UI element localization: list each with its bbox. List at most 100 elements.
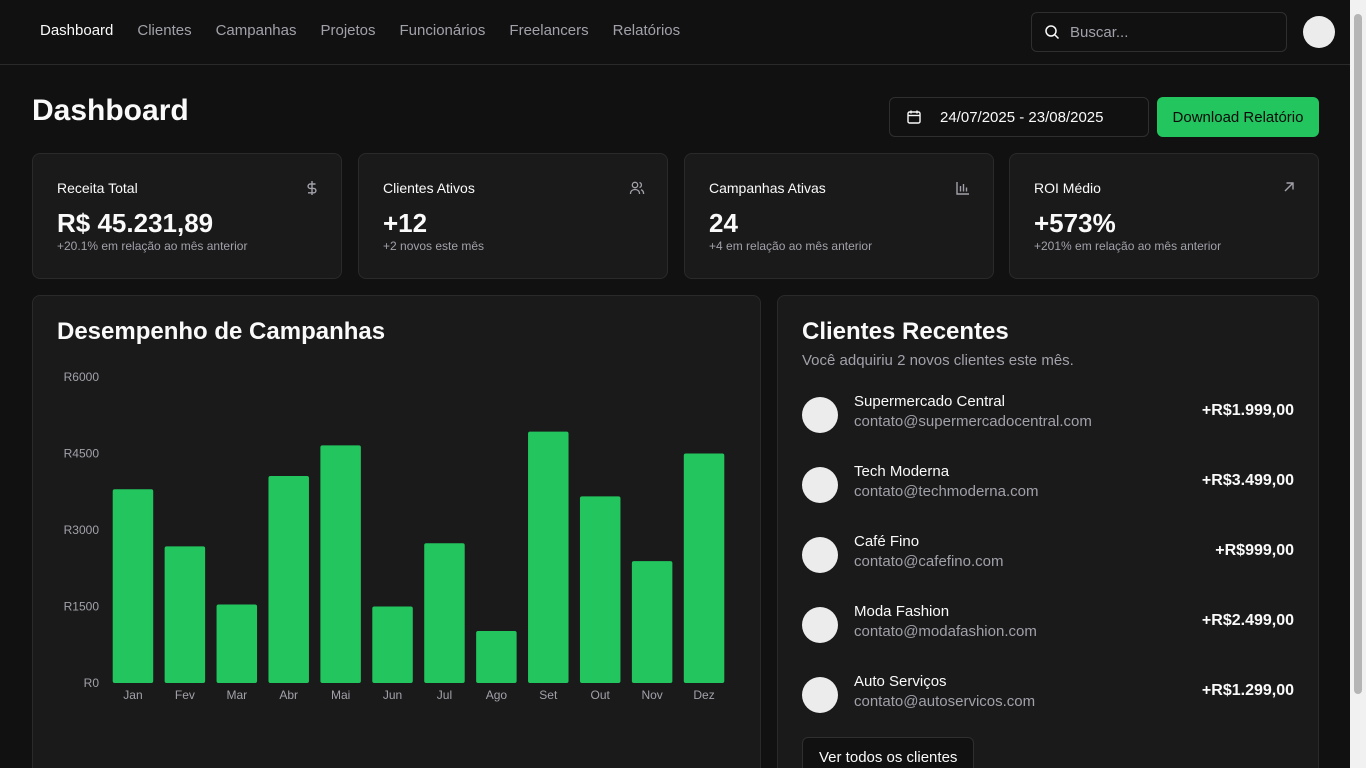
x-tick-label: Out [591, 688, 611, 702]
stat-value: R$ 45.231,89 [57, 208, 214, 238]
x-tick-label: Dez [693, 688, 714, 702]
client-email: contato@autoservicos.com [854, 693, 1036, 710]
x-tick-label: Mar [226, 688, 247, 702]
x-tick-label: Jun [383, 688, 402, 702]
nav-item-dashboard[interactable]: Dashboard [40, 22, 113, 39]
calendar-icon [907, 110, 921, 124]
nav-item-campanhas[interactable]: Campanhas [216, 22, 297, 39]
search-icon [1045, 25, 1060, 40]
stat-value: +12 [383, 208, 428, 238]
client-amount: +R$1.299,00 [1201, 682, 1294, 699]
bar-mar[interactable] [216, 604, 258, 683]
dollar-icon [307, 181, 317, 195]
x-tick-label: Jan [123, 688, 142, 702]
client-name: Tech Moderna [854, 463, 950, 480]
x-tick-label: Abr [279, 688, 298, 702]
client-email: contato@modafashion.com [854, 623, 1037, 640]
search-box[interactable] [1031, 12, 1287, 52]
client-avatar [802, 607, 838, 643]
page-scrollbar[interactable] [1350, 0, 1366, 768]
view-all-clients-button[interactable]: Ver todos os clientes [802, 737, 975, 768]
bar-jul[interactable] [424, 543, 465, 683]
client-row[interactable]: Supermercado Central contato@supermercad… [802, 393, 1294, 439]
bar-set[interactable] [528, 431, 569, 683]
client-name: Café Fino [854, 533, 920, 550]
arrow-up-right-icon [1284, 182, 1294, 192]
stat-card-active-clients: Clientes Ativos +12 +2 novos este mês [358, 153, 668, 279]
download-report-button[interactable]: Download Relatório [1157, 97, 1319, 137]
client-row[interactable]: Café Fino contato@cafefino.com +R$999,00 [802, 533, 1294, 579]
stat-title: Campanhas Ativas [709, 180, 826, 196]
date-range-text: 24/07/2025 - 23/08/2025 [940, 108, 1104, 126]
main-nav: Dashboard Clientes Campanhas Projetos Fu… [40, 22, 680, 39]
client-avatar [802, 677, 838, 713]
bar-jun[interactable] [372, 606, 413, 684]
client-name: Moda Fashion [854, 603, 950, 620]
client-email: contato@supermercadocentral.com [854, 413, 1092, 430]
y-tick-label: R6000 [64, 370, 100, 384]
y-tick-label: R1500 [64, 600, 100, 614]
client-row[interactable]: Auto Serviços contato@autoservicos.com +… [802, 673, 1294, 719]
bar-out[interactable] [579, 496, 621, 683]
user-avatar[interactable] [1303, 16, 1335, 48]
y-tick-label: R0 [84, 676, 100, 690]
client-row[interactable]: Moda Fashion contato@modafashion.com +R$… [802, 603, 1294, 649]
client-row[interactable]: Tech Moderna contato@techmoderna.com +R$… [802, 463, 1294, 509]
bar-nov[interactable] [631, 561, 673, 683]
client-name: Supermercado Central [854, 393, 1005, 410]
scrollbar-thumb[interactable] [1354, 14, 1362, 694]
users-icon [629, 181, 645, 195]
campaign-bar-chart: R0 R1500 R3000 R4500 R6000 Jan Fev Mar Abr Mai Jun… [64, 370, 725, 702]
client-name: Auto Serviços [854, 673, 947, 690]
stat-subtext: +20.1% em relação ao mês anterior [57, 239, 248, 253]
nav-item-projetos[interactable]: Projetos [320, 22, 375, 39]
x-tick-label: Set [539, 688, 558, 702]
bar-abr[interactable] [268, 475, 309, 683]
nav-item-relatorios[interactable]: Relatórios [613, 22, 681, 39]
x-tick-label: Nov [641, 688, 662, 702]
client-avatar [802, 537, 838, 573]
client-amount: +R$2.499,00 [1201, 612, 1294, 629]
date-range-picker[interactable]: 24/07/2025 - 23/08/2025 [889, 97, 1149, 137]
stat-card-active-campaigns: Campanhas Ativas 24 +4 em relação ao mês… [684, 153, 994, 279]
recent-clients-card: Clientes Recentes Você adquiriu 2 novos … [777, 295, 1319, 768]
client-avatar [802, 467, 838, 503]
y-tick-label: R4500 [64, 447, 100, 461]
stat-subtext: +2 novos este mês [383, 239, 485, 253]
stat-title: ROI Médio [1034, 180, 1101, 196]
bar-fev[interactable] [164, 546, 206, 683]
search-input[interactable] [1070, 23, 1270, 41]
stat-title: Clientes Ativos [383, 180, 475, 196]
stat-card-revenue: Receita Total R$ 45.231,89 +20.1% em rel… [32, 153, 342, 279]
top-navbar: Dashboard Clientes Campanhas Projetos Fu… [0, 0, 1350, 65]
x-tick-label: Ago [486, 688, 508, 702]
stat-value: 24 [709, 208, 738, 238]
client-email: contato@cafefino.com [854, 553, 1004, 570]
nav-item-funcionarios[interactable]: Funcionários [400, 22, 486, 39]
stat-subtext: +4 em relação ao mês anterior [709, 239, 873, 253]
nav-item-clientes[interactable]: Clientes [137, 22, 191, 39]
client-amount: +R$999,00 [1215, 542, 1294, 559]
clients-subtitle: Você adquiriu 2 novos clientes este mês. [802, 352, 1074, 369]
bar-mai[interactable] [320, 445, 361, 683]
client-email: contato@techmoderna.com [854, 483, 1039, 500]
client-avatar [802, 397, 838, 433]
stat-subtext: +201% em relação ao mês anterior [1034, 239, 1222, 253]
page-title: Dashboard [32, 94, 189, 127]
stat-value: +573% [1034, 208, 1116, 238]
bar-jan[interactable] [112, 489, 154, 683]
bar-ago[interactable] [476, 630, 517, 683]
stat-title: Receita Total [57, 180, 138, 196]
y-tick-label: R3000 [64, 523, 100, 537]
bar-chart-icon [956, 182, 969, 195]
client-amount: +R$3.499,00 [1201, 472, 1294, 489]
client-amount: +R$1.999,00 [1201, 402, 1294, 419]
x-tick-label: Jul [437, 688, 452, 702]
nav-item-freelancers[interactable]: Freelancers [509, 22, 588, 39]
campaign-performance-card: Desempenho de Campanhas R0 R1500 R3000 R450… [32, 295, 761, 768]
clients-title: Clientes Recentes [802, 318, 1009, 345]
stat-card-roi: ROI Médio +573% +201% em relação ao mês … [1009, 153, 1319, 279]
x-tick-label: Mai [331, 688, 350, 702]
x-tick-label: Fev [175, 688, 195, 702]
bar-dez[interactable] [683, 453, 725, 684]
